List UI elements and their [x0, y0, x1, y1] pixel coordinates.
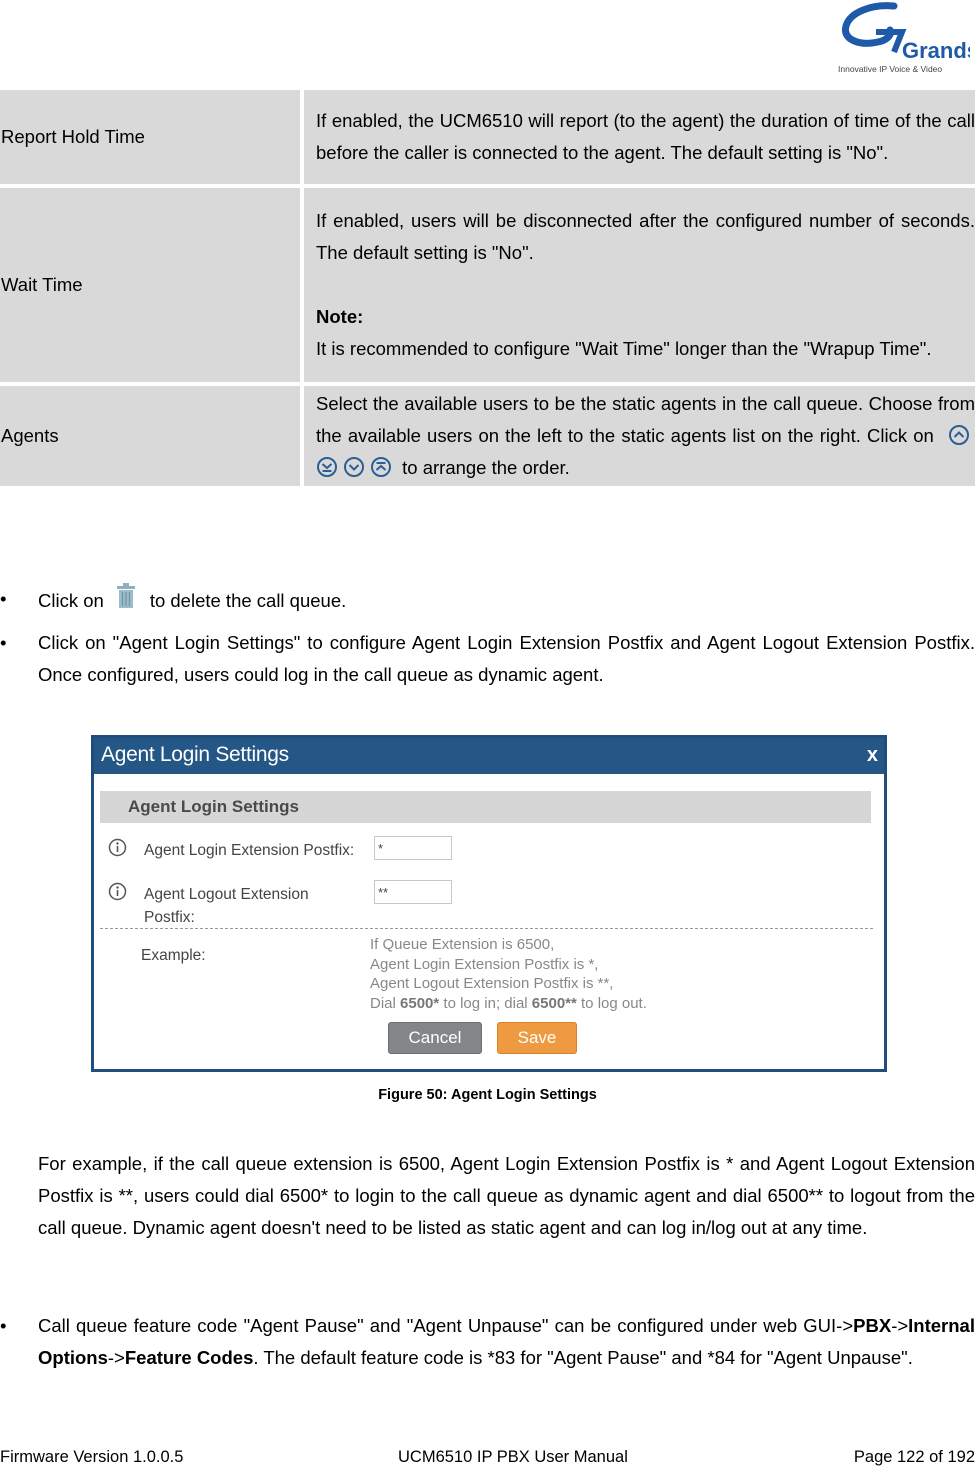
table-row: Agents Select the available users to be …	[0, 386, 975, 486]
trash-icon	[116, 583, 135, 608]
bullet-delete-queue: • Click on to delete the call queue.	[0, 583, 975, 617]
login-postfix-label: Agent Login Extension Postfix:	[144, 842, 355, 859]
bullet-text-before: Click on	[38, 590, 104, 611]
example-line: Agent Login Extension Postfix is *,	[370, 955, 599, 973]
note-text: It is recommended to configure "Wait Tim…	[316, 338, 932, 359]
figure-caption: Figure 50: Agent Login Settings	[378, 1087, 597, 1103]
text-part: Call queue feature code "Agent Pause" an…	[38, 1315, 854, 1336]
move-bottom-icon	[317, 457, 337, 477]
agents-description-before: Select the available users to be the sta…	[316, 393, 975, 446]
info-icon[interactable]	[108, 882, 127, 901]
close-button[interactable]: x	[867, 744, 878, 767]
move-up-icon	[949, 425, 969, 445]
text-part: . The default feature code is *83 for "A…	[253, 1347, 913, 1368]
table-row: Report Hold Time If enabled, the UCM6510…	[0, 90, 975, 184]
example-line: Dial 6500* to log in; dial 6500** to log…	[370, 994, 647, 1014]
footer-firmware: Firmware Version 1.0.0.5	[0, 1448, 184, 1466]
example-logout-code: 6500**	[531, 994, 577, 1012]
note-label: Note:	[316, 306, 364, 327]
param-name: Wait Time	[0, 188, 304, 382]
param-description: Select the available users to be the sta…	[304, 386, 975, 486]
text-part: ->	[891, 1315, 909, 1336]
example-paragraph: For example, if the call queue extension…	[38, 1153, 975, 1238]
dialog-header: Agent Login Settings x	[94, 738, 884, 774]
param-description: If enabled, the UCM6510 will report (to …	[304, 90, 975, 184]
example-text-part: to log out.	[576, 994, 647, 1012]
save-button[interactable]: Save	[497, 1022, 577, 1054]
footer-page-number: Page 122 of 192	[853, 1448, 975, 1466]
table-row: Wait Time If enabled, users will be disc…	[0, 188, 975, 382]
move-top-icon	[371, 457, 391, 477]
info-icon[interactable]	[108, 838, 127, 857]
logo-tagline: Innovative IP Voice & Video	[838, 64, 942, 74]
bullet-feature-codes: • Call queue feature code "Agent Pause" …	[0, 1310, 975, 1374]
bullet-text-after: to delete the call queue.	[149, 590, 347, 611]
login-postfix-input[interactable]	[374, 836, 452, 860]
footer-manual-title: UCM6510 IP PBX User Manual	[398, 1448, 628, 1466]
grandstream-logo: Grandstream Innovative IP Voice & Video	[832, 2, 975, 78]
example-text-part: Dial	[370, 994, 401, 1012]
logout-postfix-input[interactable]	[374, 880, 452, 904]
dialog-title: Agent Login Settings	[101, 743, 289, 766]
bullet-text: Call queue feature code "Agent Pause" an…	[38, 1310, 975, 1374]
bullet-agent-login-settings: • Click on "Agent Login Settings" to con…	[0, 627, 975, 691]
bullet-dot: •	[0, 1315, 7, 1336]
menu-path-feature-codes: Feature Codes	[124, 1347, 254, 1368]
agent-login-settings-dialog: Agent Login Settings x Agent Login Setti…	[91, 735, 887, 1072]
bullet-dot: •	[0, 632, 7, 653]
section-header: Agent Login Settings	[100, 791, 871, 823]
example-label: Example:	[141, 947, 206, 964]
text-part: ->	[107, 1347, 125, 1368]
example-text: If Queue Extension is 6500, Agent Login …	[370, 935, 647, 1013]
param-name: Agents	[0, 386, 304, 486]
param-description: If enabled, users will be disconnected a…	[304, 188, 975, 382]
logo-brand: Grandstream	[902, 38, 970, 63]
example-line: Agent Logout Extension Postfix is **,	[370, 975, 614, 992]
example-login-code: 6500*	[400, 994, 440, 1012]
agents-description-after: to arrange the order.	[402, 457, 570, 478]
menu-path-pbx: PBX	[853, 1315, 892, 1336]
cancel-button[interactable]: Cancel	[388, 1022, 482, 1054]
logout-postfix-label: Agent Logout Extension Postfix:	[144, 886, 309, 926]
parameter-table: Report Hold Time If enabled, the UCM6510…	[0, 86, 975, 490]
move-down-icon	[344, 457, 364, 477]
example-line: If Queue Extension is 6500,	[370, 936, 555, 953]
param-name: Report Hold Time	[0, 90, 304, 184]
example-text-part: to log in; dial	[439, 994, 532, 1012]
param-description-text: If enabled, users will be disconnected a…	[316, 210, 975, 263]
section-title: Agent Login Settings	[128, 797, 299, 816]
bullet-text: Click on "Agent Login Settings" to confi…	[38, 632, 975, 685]
divider	[100, 928, 873, 929]
bullet-dot: •	[0, 588, 7, 609]
